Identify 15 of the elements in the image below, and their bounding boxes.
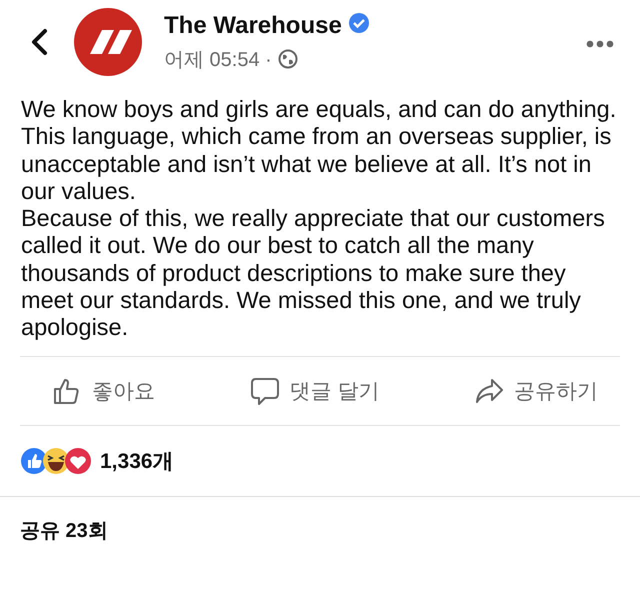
comment-icon [250, 376, 280, 406]
share-count[interactable]: 공유 23회 [0, 496, 640, 564]
reaction-count[interactable]: 1,336개 [100, 446, 174, 475]
back-icon[interactable] [30, 28, 48, 56]
page-name[interactable]: The Warehouse [164, 12, 342, 40]
share-button[interactable]: 공유하기 [474, 376, 598, 406]
globe-icon [278, 49, 298, 69]
post-time: 어제 05:54 · [164, 48, 272, 72]
logo-icon [74, 8, 142, 76]
post-text: Because of this, we really appreciate that our customers called it out. We do our best to catch all the many thousands of product descriptions to make sure they meet our standards. We missed this one, and we truly apologise. [21, 205, 606, 342]
more-icon[interactable] [586, 40, 614, 48]
reactions-icon [20, 446, 92, 475]
post-text: We know boys and girls are equals, and can do anything. This language, which came from an overseas supplier, is unacceptable and isn’t what we believe at all. It’s not in our values. [21, 96, 618, 206]
like-button[interactable]: 좋아요 [52, 376, 155, 406]
comment-button[interactable]: 댓글 달기 [250, 376, 380, 406]
